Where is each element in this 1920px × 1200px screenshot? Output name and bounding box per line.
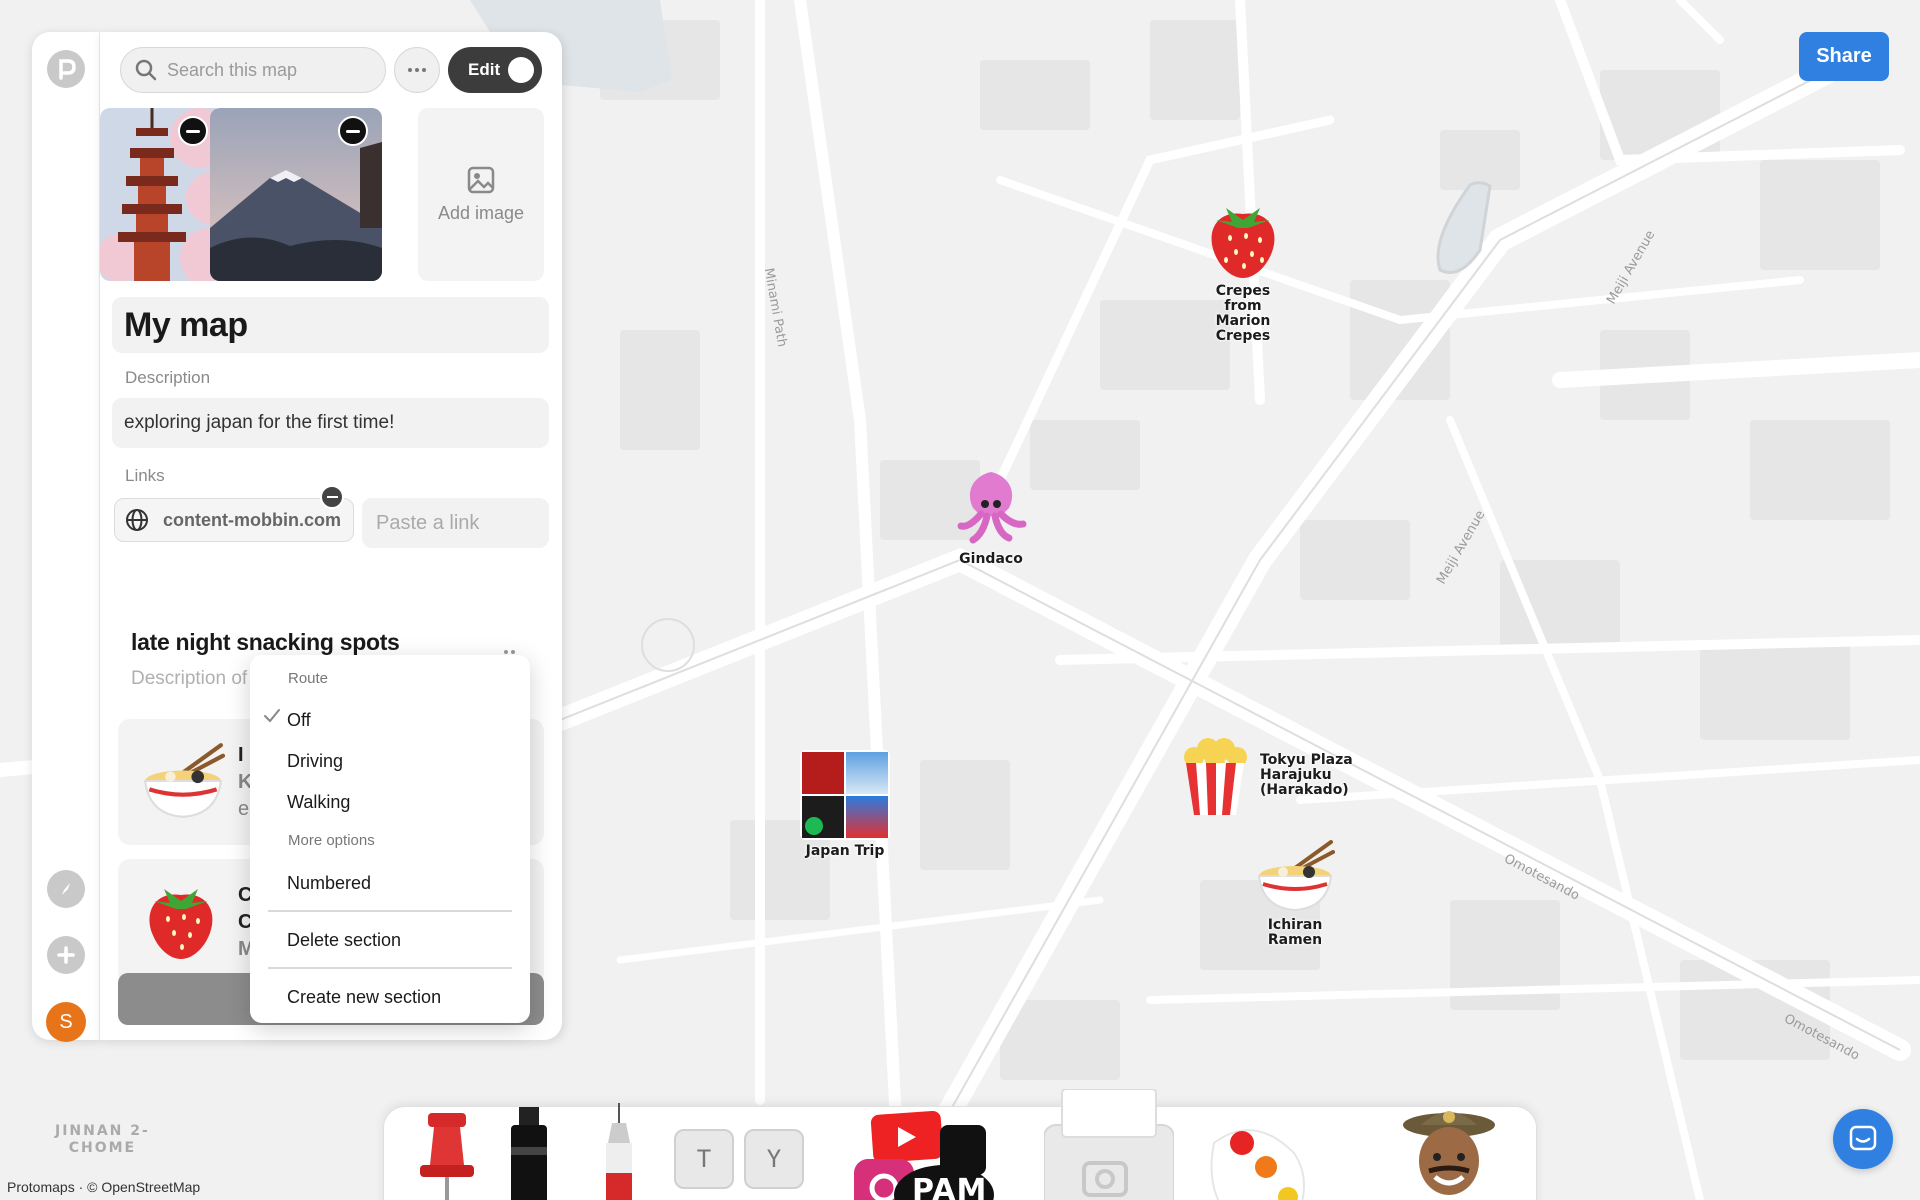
globe-icon: [126, 509, 148, 531]
add-image-label: Add image: [437, 203, 525, 223]
strawberry-icon: [149, 889, 213, 959]
remove-photo-button[interactable]: [178, 116, 208, 146]
left-rail: S: [32, 32, 100, 1042]
social-stickers[interactable]: PAM: [854, 1110, 994, 1200]
search-bar[interactable]: [120, 47, 386, 93]
checkmark-icon: [264, 709, 280, 723]
poi-gindaco[interactable]: Gindaco: [936, 468, 1046, 567]
sticker-text: PAM: [912, 1173, 988, 1200]
avatar-initial: S: [59, 1010, 73, 1033]
keyboard-key-y[interactable]: Y: [744, 1129, 804, 1189]
search-input[interactable]: [167, 59, 367, 81]
photo-collage-icon: [800, 750, 890, 840]
link-text: content-mobbin.com: [163, 509, 341, 530]
strawberry-icon: [1211, 208, 1275, 278]
user-avatar[interactable]: S: [46, 1002, 86, 1042]
place-card-letter: I: [238, 744, 244, 766]
poi-label: Ichiran Ramen: [1267, 917, 1323, 948]
key-label: T: [696, 1145, 712, 1173]
description-field[interactable]: exploring japan for the first time!: [112, 398, 549, 448]
poi-japan-trip[interactable]: Japan Trip: [785, 750, 905, 859]
route-header: Route: [288, 670, 329, 687]
more-options-header: More options: [288, 832, 375, 849]
route-option-driving[interactable]: Driving: [287, 751, 343, 772]
ramen-icon: [143, 743, 226, 818]
marker-icon[interactable]: [499, 1107, 559, 1200]
poi-crepes[interactable]: Crepes from Marion Crepes: [1183, 200, 1303, 344]
poi-label: Tokyu Plaza Harajuku (Harakado): [1260, 752, 1353, 798]
edit-toggle[interactable]: Edit: [448, 47, 542, 93]
add-button[interactable]: [47, 936, 85, 974]
compass-icon: [62, 883, 70, 895]
route-option-walking[interactable]: Walking: [287, 792, 350, 813]
poi-ichiran[interactable]: Ichiran Ramen: [1245, 838, 1345, 948]
create-section-option[interactable]: Create new section: [287, 987, 441, 1008]
plus-icon: [57, 946, 75, 964]
delete-section-option[interactable]: Delete section: [287, 930, 401, 951]
link-chip[interactable]: content-mobbin.com: [114, 498, 354, 542]
camera-tool[interactable]: [1043, 1088, 1175, 1200]
links-label: Links: [125, 466, 165, 485]
menu-divider: [268, 910, 512, 912]
numbered-option[interactable]: Numbered: [287, 873, 371, 894]
map-attribution[interactable]: Protomaps · © OpenStreetMap: [7, 1179, 200, 1195]
camera-icon: [1043, 1088, 1175, 1200]
neighborhood-label: JINNAN 2- CHOME: [55, 1123, 150, 1156]
poi-tokyu-plaza[interactable]: Tokyu Plaza Harajuku (Harakado): [1180, 735, 1360, 817]
map-title[interactable]: My map: [112, 297, 549, 353]
app-logo[interactable]: [47, 50, 85, 88]
section-options-menu: Route Off Driving Walking More options N…: [250, 655, 530, 1023]
remove-photo-button[interactable]: [338, 116, 368, 146]
description-label: Description: [125, 368, 211, 387]
chat-button[interactable]: [1833, 1109, 1893, 1169]
poi-label: Japan Trip: [805, 843, 885, 859]
poi-label: Crepes from Marion Crepes: [1215, 283, 1271, 344]
image-icon: [467, 166, 495, 194]
paste-link-input[interactable]: Paste a link: [362, 498, 549, 548]
avatar-icon[interactable]: [1399, 1103, 1499, 1200]
route-option-off[interactable]: Off: [287, 710, 311, 731]
remove-link-button[interactable]: [320, 485, 344, 509]
edit-label: Edit: [468, 60, 501, 79]
menu-divider: [268, 967, 512, 969]
search-icon: [135, 59, 157, 81]
more-options-button[interactable]: [394, 47, 440, 93]
key-label: Y: [766, 1145, 782, 1173]
place-card-letter: e: [238, 798, 250, 820]
toggle-knob: [508, 57, 534, 83]
sticker-toolbar: T Y PAM: [383, 1088, 1537, 1200]
explore-button[interactable]: [47, 870, 85, 908]
share-button[interactable]: Share: [1799, 32, 1889, 81]
logo-icon: [59, 59, 76, 80]
section-title[interactable]: late night snacking spots: [131, 629, 400, 656]
squid-icon: [957, 472, 1027, 544]
chat-icon: [1849, 1125, 1877, 1151]
cover-photo-fuji[interactable]: [210, 108, 382, 281]
keyboard-key-t[interactable]: T: [674, 1129, 734, 1189]
poi-label: Gindaco: [959, 551, 1023, 567]
paint-palette-icon[interactable]: [1204, 1113, 1314, 1200]
pushpin-icon[interactable]: [414, 1113, 480, 1200]
popcorn-icon: [1184, 738, 1247, 815]
ramen-icon: [1257, 840, 1335, 912]
add-image-button[interactable]: Add image: [418, 108, 544, 281]
pen-icon[interactable]: [594, 1103, 644, 1200]
cover-photo-pagoda[interactable]: [100, 108, 224, 281]
